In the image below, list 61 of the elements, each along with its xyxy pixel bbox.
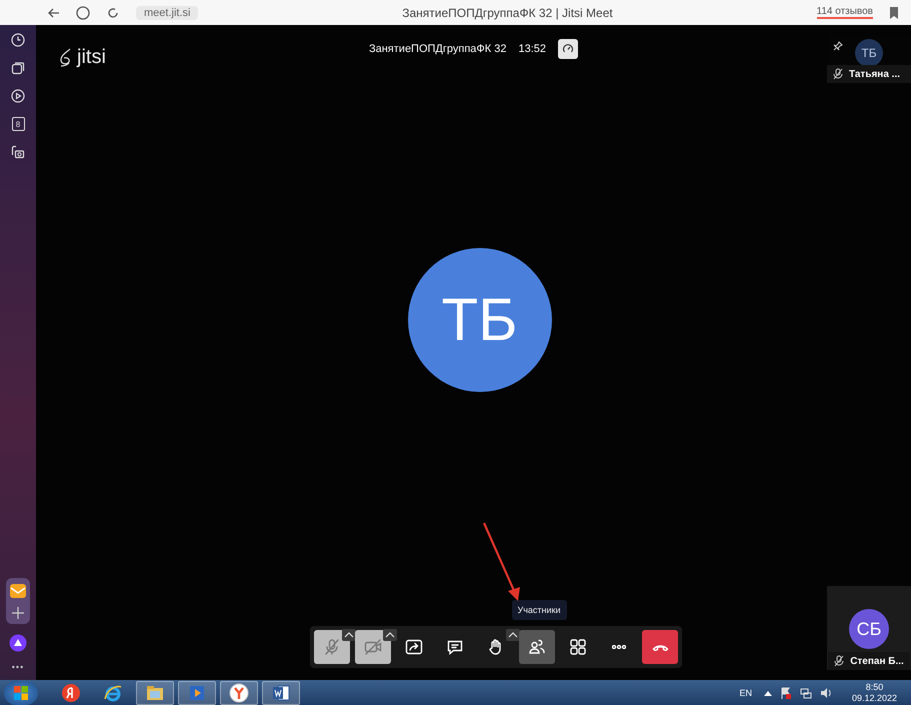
reload-icon[interactable]	[106, 6, 120, 20]
meeting-timer: 13:52	[518, 43, 546, 55]
mic-button[interactable]	[314, 630, 350, 664]
pin-icon[interactable]	[833, 41, 843, 51]
more-icon[interactable]: •••	[12, 662, 24, 672]
speaker-avatar: ТБ	[408, 248, 552, 392]
volume-icon[interactable]	[820, 686, 832, 698]
windows-icon	[12, 684, 30, 702]
back-icon[interactable]	[48, 8, 60, 18]
participant-tile[interactable]: СБ Степан Б...	[827, 586, 911, 670]
participant-name: Татьяна ...	[849, 68, 900, 80]
caret-button[interactable]	[342, 629, 356, 641]
language-indicator[interactable]: EN	[739, 688, 752, 698]
word-app-button[interactable]	[262, 680, 300, 704]
hangup-icon	[652, 644, 668, 650]
camera-icon[interactable]	[11, 145, 25, 159]
participant-avatar: ТБ	[855, 39, 883, 67]
ybrowser-app-button[interactable]	[220, 680, 258, 704]
reviews-link[interactable]: 114 отзывов	[816, 6, 873, 19]
cards-icon[interactable]	[11, 61, 25, 75]
page-title: ЗанятиеПОПДгруппаФК 32 | Jitsi Meet	[401, 6, 614, 20]
caret-icon	[508, 632, 518, 638]
clock-icon[interactable]	[11, 33, 25, 47]
bookmark-icon[interactable]	[889, 6, 899, 18]
add-icon[interactable]	[11, 606, 25, 620]
share-icon	[404, 637, 424, 657]
address-field[interactable]: meet.jit.si	[136, 6, 198, 20]
tray-expand-icon[interactable]	[764, 690, 772, 696]
folder-app-button[interactable]	[136, 680, 174, 704]
camera-icon	[363, 637, 383, 657]
participant-name: Степан Б...	[850, 656, 904, 666]
clock-date[interactable]: 09.12.2022	[852, 692, 897, 704]
caret-button[interactable]	[383, 629, 397, 641]
assistant-icon[interactable]	[9, 634, 27, 652]
caret-icon	[385, 632, 395, 638]
mic-off-icon	[833, 68, 843, 80]
flag-icon[interactable]	[780, 686, 792, 698]
mic-off-icon	[834, 655, 844, 667]
gauge-icon	[562, 43, 574, 55]
media-app-button[interactable]	[178, 680, 216, 704]
connection-indicator-button[interactable]	[558, 39, 578, 59]
more-icon	[612, 645, 626, 649]
caret-icon	[344, 632, 354, 638]
mail-icon[interactable]	[9, 582, 27, 600]
participant-avatar: СБ	[849, 609, 889, 649]
clock-time[interactable]: 8:50	[866, 682, 884, 692]
camera-button[interactable]	[355, 630, 391, 664]
hangup-button[interactable]	[642, 630, 678, 664]
start-button[interactable]	[4, 680, 38, 704]
network-icon[interactable]	[800, 686, 812, 698]
yandex-icon	[61, 682, 81, 702]
ybrowser-icon	[229, 682, 249, 702]
logo-text: jitsi	[77, 46, 106, 69]
counter-icon[interactable]: 8	[12, 117, 24, 131]
caret-button[interactable]	[506, 629, 520, 641]
meeting-subject: ЗанятиеПОПДгруппаФК 32	[368, 43, 506, 55]
participants-button[interactable]	[519, 630, 555, 664]
play-icon[interactable]	[11, 89, 25, 103]
tiles-icon	[568, 637, 588, 657]
tooltip: Участники	[512, 600, 566, 620]
word-icon	[271, 682, 291, 702]
